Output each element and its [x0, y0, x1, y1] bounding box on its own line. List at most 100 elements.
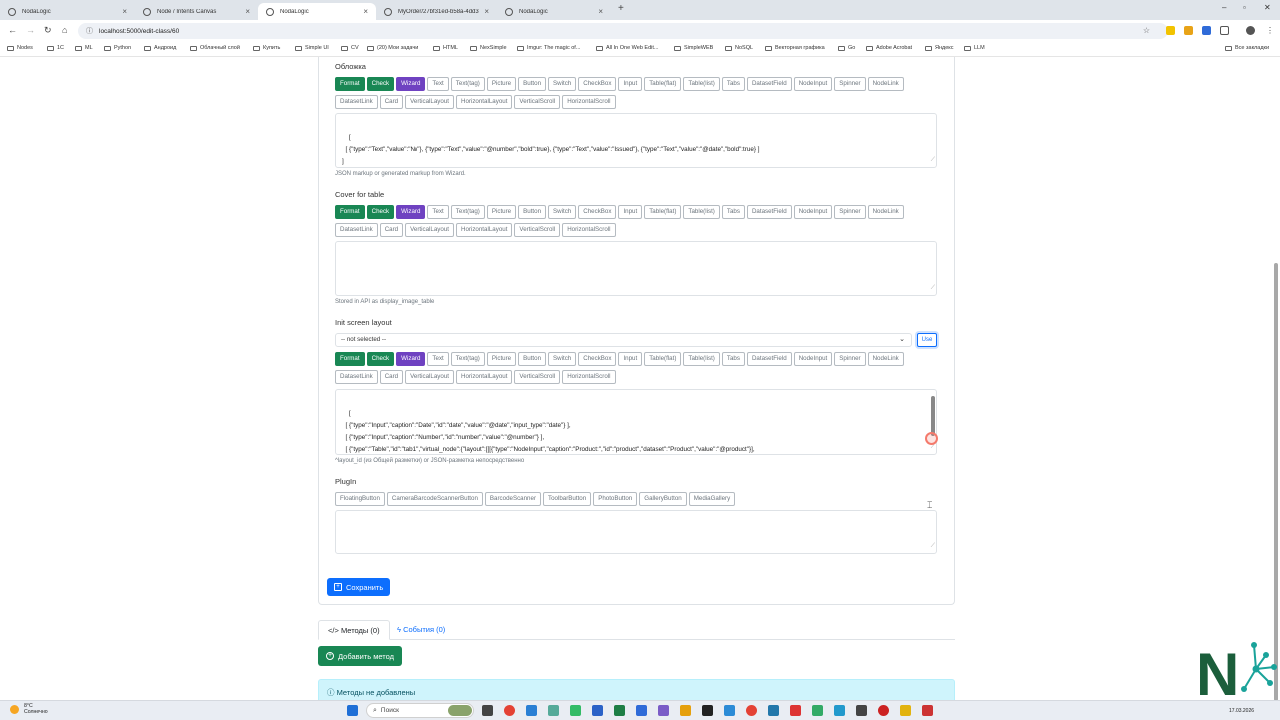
picture-button[interactable]: Picture	[486, 77, 517, 91]
nodeinput-button[interactable]: NodeInput	[793, 205, 833, 219]
resize-handle-icon[interactable]: ⟋	[931, 540, 935, 552]
resize-handle-icon[interactable]: ⟋	[931, 154, 935, 166]
bookmark-item[interactable]: Векторная графика	[765, 45, 825, 51]
horizontalscroll-button[interactable]: HorizontalScroll	[562, 223, 616, 237]
table-flat-button[interactable]: Table(flat)	[644, 352, 682, 366]
wizard-button[interactable]: Wizard	[396, 352, 426, 366]
extension-icon[interactable]	[1166, 26, 1175, 35]
button-button[interactable]: Button	[518, 77, 547, 91]
app-icon[interactable]	[570, 705, 581, 716]
use-button[interactable]: Use	[917, 333, 937, 347]
horizontallayout-button[interactable]: HorizontalLayout	[455, 223, 513, 237]
check-button[interactable]: Check	[366, 205, 395, 219]
bookmark-item[interactable]: Андроид	[144, 45, 176, 51]
switch-button[interactable]: Switch	[548, 352, 577, 366]
text-button[interactable]: Text	[427, 352, 449, 366]
format-button[interactable]: Format	[335, 77, 365, 91]
verticalscroll-button[interactable]: VerticalScroll	[514, 95, 561, 109]
app-icon[interactable]	[790, 705, 801, 716]
app-icon[interactable]	[746, 705, 757, 716]
vscode-icon[interactable]	[526, 705, 537, 716]
init-screen-select[interactable]: -- not selected -- ⌄	[335, 333, 912, 347]
site-info-icon[interactable]: ⓘ	[86, 26, 93, 36]
floatingbutton-button[interactable]: FloatingButton	[335, 492, 385, 506]
table-flat-button[interactable]: Table(flat)	[644, 205, 682, 219]
bookmark-item[interactable]: HTML	[433, 45, 458, 51]
text-button[interactable]: Text	[427, 77, 449, 91]
app-icon[interactable]	[878, 705, 889, 716]
datasetlink-button[interactable]: DatasetLink	[335, 95, 378, 109]
bookmark-item[interactable]: Imgur: The magic of...	[517, 45, 580, 51]
bookmark-item[interactable]: Go	[838, 45, 855, 51]
back-icon[interactable]: ←	[8, 25, 17, 35]
close-icon[interactable]: ×	[245, 7, 250, 16]
app-icon[interactable]	[724, 705, 735, 716]
text-tag-button[interactable]: Text(tag)	[450, 205, 485, 219]
horizontallayout-button[interactable]: HorizontalLayout	[455, 370, 513, 384]
bookmark-item[interactable]: Облачный слой	[190, 45, 240, 51]
new-tab-icon[interactable]: +	[618, 3, 624, 14]
wizard-button[interactable]: Wizard	[396, 77, 426, 91]
horizontalscroll-button[interactable]: HorizontalScroll	[562, 95, 616, 109]
datasetfield-button[interactable]: DatasetField	[746, 352, 792, 366]
resize-handle-icon[interactable]: ⟋	[931, 282, 935, 294]
horizontalscroll-button[interactable]: HorizontalScroll	[562, 370, 616, 384]
bookmark-item[interactable]: CV	[341, 45, 359, 51]
horizontallayout-button[interactable]: HorizontalLayout	[455, 95, 513, 109]
button-button[interactable]: Button	[518, 352, 547, 366]
wizard-button[interactable]: Wizard	[396, 205, 426, 219]
translate-icon[interactable]	[1202, 26, 1211, 35]
toolbarbutton-button[interactable]: ToolbarButton	[543, 492, 592, 506]
minimize-icon[interactable]: –	[1222, 3, 1226, 12]
barcodescanner-button[interactable]: BarcodeScanner	[484, 492, 541, 506]
picture-button[interactable]: Picture	[486, 352, 517, 366]
checkbox-button[interactable]: CheckBox	[578, 352, 617, 366]
check-button[interactable]: Check	[366, 352, 395, 366]
datasetlink-button[interactable]: DatasetLink	[335, 223, 378, 237]
tabs-button[interactable]: Tabs	[721, 205, 745, 219]
app-icon[interactable]	[834, 705, 845, 716]
close-icon[interactable]: ×	[598, 7, 603, 16]
app-icon[interactable]	[702, 705, 713, 716]
tabs-button[interactable]: Tabs	[721, 77, 745, 91]
bookmark-item[interactable]: (20) Мои задачи	[367, 45, 418, 51]
edge-icon[interactable]	[636, 705, 647, 716]
tabs-button[interactable]: Tabs	[721, 352, 745, 366]
table-list-button[interactable]: Table(list)	[683, 77, 720, 91]
card-button[interactable]: Card	[379, 223, 404, 237]
nodelink-button[interactable]: NodeLink	[867, 205, 904, 219]
app-icon[interactable]	[680, 705, 691, 716]
bookmark-item[interactable]: Купить	[253, 45, 280, 51]
app-icon[interactable]	[922, 705, 933, 716]
bookmark-item[interactable]: SimpleWEB	[674, 45, 713, 51]
datasetfield-button[interactable]: DatasetField	[746, 77, 792, 91]
datasetfield-button[interactable]: DatasetField	[746, 205, 792, 219]
outlook-icon[interactable]	[592, 705, 603, 716]
nodelink-button[interactable]: NodeLink	[867, 77, 904, 91]
mediagallery-button[interactable]: MediaGallery	[688, 492, 736, 506]
switch-button[interactable]: Switch	[548, 205, 577, 219]
textarea-scrollbar[interactable]	[931, 396, 935, 436]
switch-button[interactable]: Switch	[548, 77, 577, 91]
forward-icon[interactable]: →	[26, 25, 35, 35]
table-list-button[interactable]: Table(list)	[683, 352, 720, 366]
verticalscroll-button[interactable]: VerticalScroll	[514, 370, 561, 384]
verticallayout-button[interactable]: VerticalLayout	[405, 95, 454, 109]
tab-methods[interactable]: </> Методы (0)	[318, 620, 390, 640]
browser-tab-active[interactable]: NodaLogic ×	[258, 3, 376, 20]
picture-button[interactable]: Picture	[486, 205, 517, 219]
bookmark-item[interactable]: NexSimple	[470, 45, 507, 51]
table-flat-button[interactable]: Table(flat)	[644, 77, 682, 91]
datasetlink-button[interactable]: DatasetLink	[335, 370, 378, 384]
photobutton-button[interactable]: PhotoButton	[593, 492, 638, 506]
menu-kebab-icon[interactable]: ⋮	[1266, 26, 1275, 35]
bookmark-item[interactable]: Adobe Acrobat	[866, 45, 912, 51]
profile-avatar[interactable]	[1246, 26, 1255, 35]
spinner-button[interactable]: Spinner	[834, 205, 866, 219]
url-field[interactable]: ⓘ localhost:5000/edit-class/60 ☆	[78, 23, 1168, 39]
format-button[interactable]: Format	[335, 352, 365, 366]
extension-icon[interactable]	[1184, 26, 1193, 35]
bookmark-item[interactable]: Python	[104, 45, 131, 51]
app-icon[interactable]	[658, 705, 669, 716]
tab-events[interactable]: ϟ События (0)	[388, 620, 454, 640]
